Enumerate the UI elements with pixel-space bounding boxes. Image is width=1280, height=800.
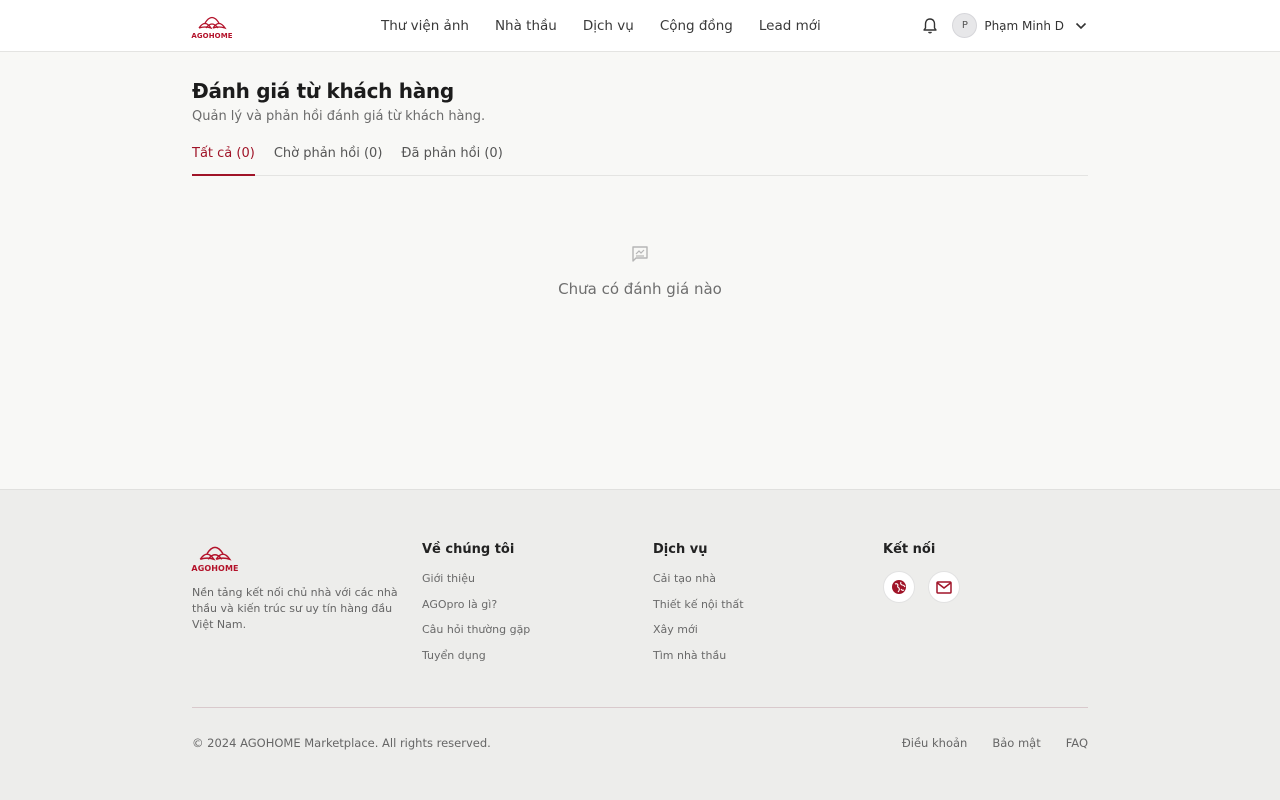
footer-services-column: Dịch vụ Cải tạo nhà Thiết kế nội thất Xâ…	[653, 490, 744, 674]
nav-services[interactable]: Dịch vụ	[583, 18, 634, 34]
privacy-link[interactable]: Bảo mật	[992, 736, 1040, 750]
footer-connect-column: Kết nối	[883, 490, 973, 603]
footer-connect-title: Kết nối	[883, 542, 936, 557]
logo-mark-icon	[198, 16, 227, 30]
footer-link-faq[interactable]: Câu hỏi thường gặp	[422, 622, 530, 648]
bell-icon[interactable]	[920, 16, 940, 36]
footer-link-about[interactable]: Giới thiệu	[422, 571, 530, 597]
tab-pending[interactable]: Chờ phản hồi (0)	[274, 144, 383, 176]
agohome-logo[interactable]: AGOHOME	[191, 11, 233, 40]
footer-link-renovation[interactable]: Cải tạo nhà	[653, 571, 744, 597]
main-nav: Thư viện ảnh Nhà thầu Dịch vụ Cộng đồng …	[381, 0, 847, 51]
footer-divider	[192, 707, 1088, 708]
footer-services-title: Dịch vụ	[653, 542, 708, 557]
social-links	[883, 571, 973, 603]
username[interactable]: Phạm Minh D	[984, 19, 1064, 33]
footer-logo-text: AGOHOME	[191, 564, 239, 573]
tab-all[interactable]: Tất cả (0)	[192, 144, 255, 176]
page-title: Đánh giá từ khách hàng	[192, 79, 454, 103]
footer-about-title: Về chúng tôi	[422, 542, 515, 557]
chevron-down-icon[interactable]	[1074, 19, 1088, 33]
footer-about-column: Về chúng tôi Giới thiệu AGOpro là gì? Câ…	[422, 490, 530, 674]
nav-new-leads[interactable]: Lead mới	[759, 18, 821, 34]
footer-link-agopro[interactable]: AGOpro là gì?	[422, 597, 530, 623]
faq-link[interactable]: FAQ	[1066, 736, 1088, 750]
copyright-text: © 2024 AGOHOME Marketplace. All rights r…	[192, 736, 491, 750]
avatar[interactable]: P	[952, 13, 978, 38]
main-content: Đánh giá từ khách hàng Quản lý và phản h…	[0, 52, 1280, 489]
user-area: P Phạm Minh D	[920, 0, 1088, 51]
footer-link-careers[interactable]: Tuyển dụng	[422, 648, 530, 674]
footer-brand: AGOHOME Nền tảng kết nối chủ nhà với các…	[191, 540, 402, 633]
tab-responded[interactable]: Đã phản hồi (0)	[401, 144, 502, 176]
footer-link-new-build[interactable]: Xây mới	[653, 622, 744, 648]
footer-link-interior[interactable]: Thiết kế nội thất	[653, 597, 744, 623]
footer-description: Nền tảng kết nối chủ nhà với các nhà thầ…	[192, 586, 398, 631]
footer-logo[interactable]: AGOHOME	[191, 540, 239, 573]
page-subtitle: Quản lý và phản hồi đánh giá từ khách hà…	[192, 109, 486, 124]
top-header: AGOHOME Thư viện ảnh Nhà thầu Dịch vụ Cộ…	[0, 0, 1280, 52]
site-footer: AGOHOME Nền tảng kết nối chủ nhà với các…	[0, 489, 1280, 800]
footer-link-find-contractor[interactable]: Tìm nhà thầu	[653, 648, 744, 674]
nav-community[interactable]: Cộng đồng	[660, 18, 733, 34]
review-icon	[631, 245, 649, 263]
empty-state-text: Chưa có đánh giá nào	[558, 280, 722, 298]
legal-links: Điều khoản Bảo mật FAQ	[877, 736, 1088, 750]
nav-contractors[interactable]: Nhà thầu	[495, 18, 557, 34]
logo-mark-icon	[199, 546, 232, 561]
logo-text: AGOHOME	[191, 32, 233, 40]
globe-icon[interactable]	[883, 571, 915, 603]
nav-gallery[interactable]: Thư viện ảnh	[381, 18, 469, 34]
terms-link[interactable]: Điều khoản	[902, 736, 967, 750]
mail-icon[interactable]	[928, 571, 960, 603]
review-tabs: Tất cả (0) Chờ phản hồi (0) Đã phản hồi …	[192, 144, 1088, 176]
